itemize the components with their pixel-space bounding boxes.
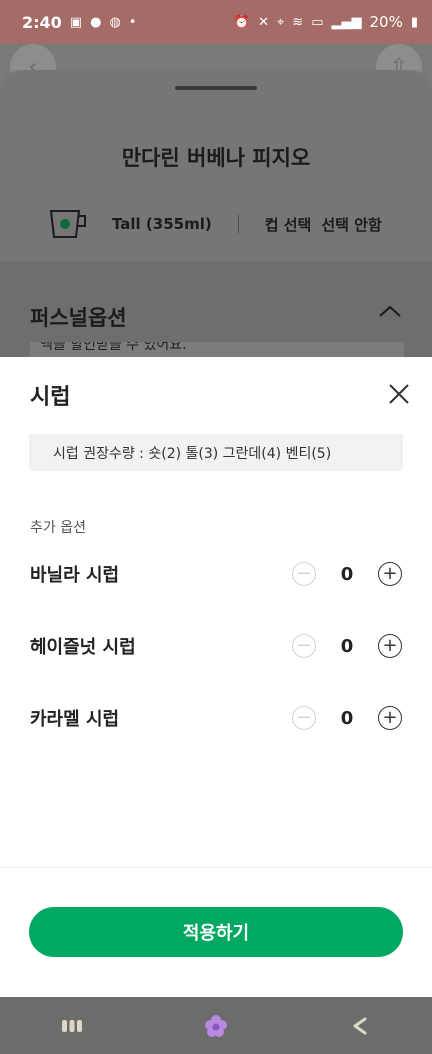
location-icon: ⌖ bbox=[276, 14, 285, 30]
status-bar: 2:40 ▣ ● ◍ • ⏰ ✕ ⌖ ≋ ▭ ▂▄▆ 20% ▮ bbox=[0, 0, 432, 44]
syrup-sheet: 시럽 시럽 권장수량 : 숏(2) 톨(3) 그란데(4) 벤티(5) 추가 옵… bbox=[0, 357, 432, 997]
apply-button[interactable]: 적용하기 bbox=[29, 907, 403, 957]
plus-button[interactable]: + bbox=[378, 634, 402, 658]
status-time: 2:40 bbox=[22, 12, 62, 32]
cup-select-value[interactable]: 선택 안함 bbox=[321, 214, 381, 235]
plus-button[interactable]: + bbox=[378, 562, 402, 586]
syrup-row-hazelnut: 헤이즐넛 시럽 − 0 + bbox=[30, 631, 402, 661]
wifi-icon: ≋ bbox=[292, 14, 304, 30]
mute-icon: ✕ bbox=[258, 14, 269, 30]
minus-button[interactable]: − bbox=[292, 706, 316, 730]
plus-icon: + bbox=[382, 563, 398, 584]
product-title: 만다린 버베나 피지오 bbox=[121, 146, 311, 170]
signal-icon: ▂▄▆ bbox=[331, 14, 362, 30]
talk-icon: ● bbox=[90, 14, 102, 30]
plus-icon: + bbox=[382, 635, 398, 656]
quantity-value: 0 bbox=[340, 563, 354, 585]
size-label[interactable]: Tall (355ml) bbox=[112, 215, 212, 233]
recent-apps-icon bbox=[62, 1019, 82, 1032]
discount-note-text: 액을 할인받을 수 있어요. bbox=[40, 342, 187, 353]
lock-icon: ◍ bbox=[109, 14, 121, 30]
syrup-name: 헤이즐넛 시럽 bbox=[30, 637, 136, 658]
syrup-row-caramel: 카라멜 시럽 − 0 + bbox=[30, 703, 402, 733]
close-icon[interactable] bbox=[386, 381, 412, 407]
quantity-value: 0 bbox=[340, 707, 354, 729]
chevron-up-icon[interactable] bbox=[378, 304, 402, 318]
minus-icon: − bbox=[296, 563, 312, 584]
divider bbox=[237, 215, 239, 233]
system-nav-bar bbox=[0, 997, 432, 1054]
alarm-icon: ⏰ bbox=[233, 14, 251, 30]
dot-icon: • bbox=[128, 14, 137, 30]
back-nav-button[interactable] bbox=[330, 1006, 390, 1046]
sheet-handle[interactable] bbox=[175, 86, 257, 90]
recent-apps-button[interactable] bbox=[42, 1006, 102, 1046]
minus-icon: − bbox=[296, 707, 312, 728]
image-icon: ▣ bbox=[69, 14, 83, 30]
plus-icon: + bbox=[382, 707, 398, 728]
sheet-divider bbox=[0, 867, 432, 868]
minus-icon: − bbox=[296, 635, 312, 656]
back-arrow-icon bbox=[353, 1017, 367, 1034]
personal-options-title: 퍼스널옵션 bbox=[30, 306, 127, 330]
quantity-stepper: − 0 + bbox=[292, 562, 402, 586]
quantity-stepper: − 0 + bbox=[292, 634, 402, 658]
cup-icon bbox=[49, 210, 86, 238]
cup-select-label[interactable]: 컵 선택 bbox=[265, 214, 312, 235]
syrup-recommendation: 시럽 권장수량 : 숏(2) 톨(3) 그란데(4) 벤티(5) bbox=[29, 434, 403, 471]
extra-options-label: 추가 옵션 bbox=[30, 520, 86, 536]
plus-button[interactable]: + bbox=[378, 706, 402, 730]
syrup-name: 카라멜 시럽 bbox=[30, 709, 120, 730]
hd-icon: ▭ bbox=[311, 14, 324, 30]
minus-button[interactable]: − bbox=[292, 562, 316, 586]
size-row: Tall (355ml) 컵 선택 선택 안함 bbox=[48, 202, 392, 246]
minus-button[interactable]: − bbox=[292, 634, 316, 658]
home-button[interactable] bbox=[186, 1006, 246, 1046]
syrup-sheet-title: 시럽 bbox=[30, 385, 71, 410]
product-sheet: 만다린 버베나 피지오 Tall (355ml) 컵 선택 선택 안함 퍼스널옵… bbox=[0, 70, 432, 370]
syrup-name: 바닐라 시럽 bbox=[30, 565, 120, 586]
flower-home-icon bbox=[205, 1014, 227, 1037]
quantity-stepper: − 0 + bbox=[292, 706, 402, 730]
syrup-row-vanilla: 바닐라 시럽 − 0 + bbox=[30, 559, 402, 589]
quantity-value: 0 bbox=[340, 635, 354, 657]
battery-text: 20% bbox=[369, 13, 403, 31]
battery-icon: ▮ bbox=[410, 14, 418, 30]
